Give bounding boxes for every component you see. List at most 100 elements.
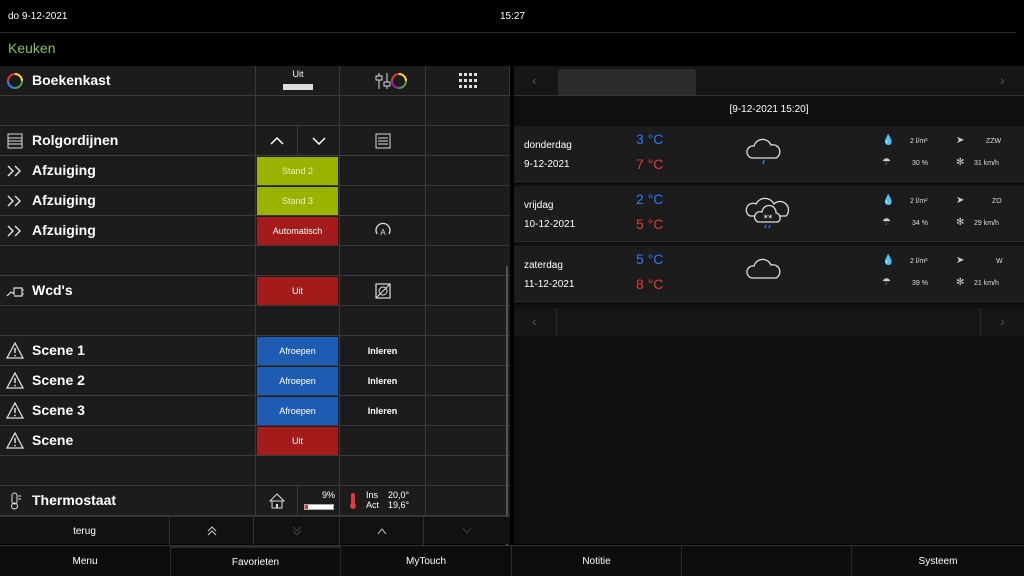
temp-high: 8 °C [636,276,664,292]
chevron-up-icon [377,528,386,535]
scene-label: Scene 3 [32,402,85,418]
forecast-card: donderdag 9-12-2021 3 °C 7 °C 💧 2 l/m² ☂ … [514,126,1024,182]
stand-2-button[interactable]: Stand 2 [257,157,338,185]
divider [0,32,1016,33]
double-chevron-up-icon [207,526,216,536]
afroepen-button[interactable]: Afroepen [257,397,338,425]
inleren-button[interactable]: Inleren [340,336,426,366]
color-picker-button[interactable] [390,72,408,95]
scene-label: Scene 2 [32,372,85,388]
page-top-button[interactable] [170,517,254,545]
temp-low: 3 °C [636,131,664,147]
scene-row: Scene 1 Afroepen Inleren [0,336,510,366]
back-button[interactable]: terug [0,517,170,545]
device-row-afzuiging: Afzuiging Stand 3 [0,186,510,216]
cloud-snow-icon: ** [745,197,790,229]
svg-text:**: ** [764,214,774,224]
chevron-up-icon [269,137,284,145]
home-mode-button[interactable] [256,486,298,516]
color-wheel-icon [391,73,407,89]
valve-bar [304,504,334,510]
disable-button[interactable] [340,276,426,306]
chevron-right-icon[interactable]: › [1000,72,1005,88]
scene-row: Scene 2 Afroepen Inleren [0,366,510,396]
scene-row: Scene 3 Afroepen Inleren [0,396,510,426]
warning-icon [6,372,24,389]
automatisch-button[interactable]: Automatisch [257,217,338,245]
forecast-card: vrijdag 10-12-2021 2 °C 5 °C ** 💧 2 l/m² … [514,186,1024,242]
scene-row: Scene Uit [0,426,510,456]
chevron-left-icon[interactable]: ‹ [532,313,537,329]
inleren-button[interactable]: Inleren [340,396,426,426]
empty-row [0,96,510,126]
blinds-icon [7,133,23,149]
fan-icon [7,195,22,207]
scroll-down-button[interactable] [424,517,510,545]
temp-low: 2 °C [636,191,664,207]
sliders-icon [375,73,390,89]
empty-tab[interactable] [682,546,852,576]
notitie-tab[interactable]: Notitie [512,546,682,576]
umbrella-icon: ☂ [882,277,891,288]
fan-icon [7,225,22,237]
inleren-button[interactable]: Inleren [340,366,426,396]
warning-icon [6,402,24,419]
mytouch-tab[interactable]: MyTouch [341,546,512,576]
stand-3-button[interactable]: Stand 3 [257,187,338,215]
cloud-rain-icon [746,138,781,165]
favorieten-tab[interactable]: Favorieten [171,546,341,576]
scene-label: Scene 1 [32,342,85,358]
systeem-tab[interactable]: Systeem [852,546,1024,576]
svg-text:A: A [380,228,386,237]
device-label: Thermostaat [32,492,117,508]
weather-timestamp: [9-12-2021 15:20] [729,104,809,115]
device-label: Wcd's [32,282,73,298]
warning-icon [6,432,24,449]
device-label: Afzuiging [32,162,96,178]
state-bar [283,84,313,90]
cloud-icon [746,258,781,279]
wind-direction-icon: ➤ [956,255,965,266]
wcd-uit-button[interactable]: Uit [257,277,338,305]
thermostat-readout[interactable]: Ins 20,0° Act 19,6° [340,486,426,516]
chevron-right-icon[interactable]: › [1000,313,1005,329]
umbrella-icon: ☂ [882,157,891,168]
app-root: do 9-12-2021 15:27 Keuken Boekenkast Uit [0,0,1024,576]
temp-low: 5 °C [636,251,664,267]
chevron-left-icon[interactable]: ‹ [532,72,537,88]
page-bottom-button[interactable] [254,517,340,545]
afroepen-button[interactable]: Afroepen [257,367,338,395]
device-row-rolgordijnen: Rolgordijnen [0,126,510,156]
scene-uit-button[interactable]: Uit [257,427,338,455]
menu-tab[interactable]: Menu [0,546,171,576]
auto-mode-button[interactable]: A [340,216,426,246]
blinds-up-button[interactable] [256,126,298,156]
status-bar: do 9-12-2021 15:27 [0,0,1024,32]
valve-percent: 9% [298,486,340,516]
rain-icon: 💧 [882,195,895,206]
weather-tabs: ‹ › [514,66,1024,96]
temp-high: 5 °C [636,216,664,232]
wind-turbine-icon: ✻ [956,217,965,228]
chevron-down-icon [462,527,472,534]
device-label: Boekenkast [32,72,111,88]
warning-icon [6,342,24,359]
scene-label: Scene [32,432,74,448]
device-row-afzuiging: Afzuiging Stand 2 [0,156,510,186]
weather-tab-active[interactable] [558,69,696,95]
device-label: Afzuiging [32,192,96,208]
blinds-menu-button[interactable] [340,126,426,156]
forecast-day: zaterdag [524,260,563,271]
blinds-down-button[interactable] [298,126,340,156]
home-icon [268,493,285,509]
afroepen-button[interactable]: Afroepen [257,337,338,365]
toggle-uit-button[interactable]: Uit [256,66,340,96]
sliders-button[interactable] [340,66,426,96]
auto-icon: A [374,222,391,237]
wind-turbine-icon: ✻ [956,157,965,168]
valve-fill [305,505,308,509]
forecast-day: donderdag [524,140,572,151]
scroll-up-button[interactable] [340,517,424,545]
weather-footer: ‹ › [514,308,1024,336]
grid-button[interactable] [426,66,510,96]
